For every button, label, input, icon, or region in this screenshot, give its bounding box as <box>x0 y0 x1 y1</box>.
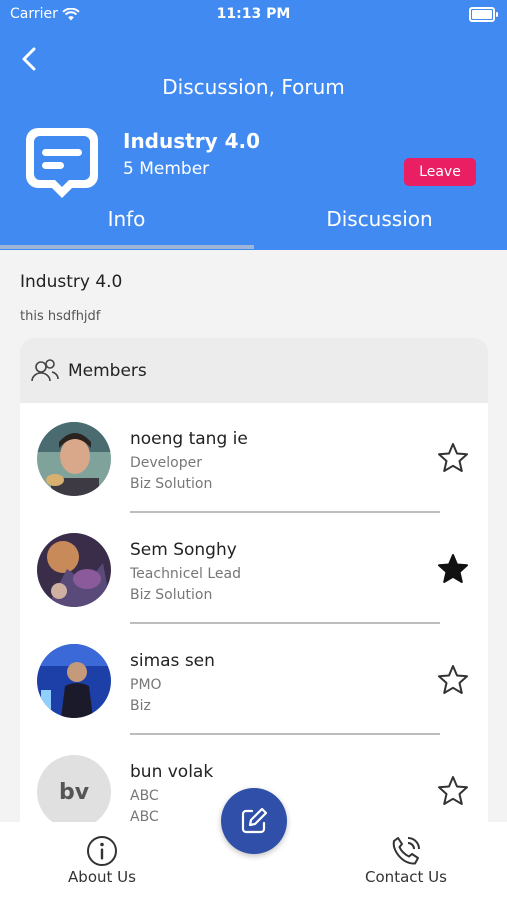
nav-about-us[interactable]: About Us <box>22 822 182 900</box>
avatar <box>37 422 111 496</box>
member-name: noeng tang ie <box>130 429 248 449</box>
back-arrow-icon[interactable] <box>16 44 46 74</box>
users-icon <box>31 359 59 382</box>
member-row[interactable]: noeng tang ie Developer Biz Solution <box>20 403 488 514</box>
avatar <box>37 533 111 607</box>
members-label: Members <box>68 361 147 381</box>
info-icon <box>87 836 117 866</box>
leave-button[interactable]: Leave <box>404 158 476 186</box>
divider <box>130 511 440 513</box>
star-outline-icon[interactable] <box>436 441 470 475</box>
app-header: Carrier 11:13 PM Discussion, Forum Indus… <box>0 0 507 250</box>
battery-icon <box>469 7 498 22</box>
members-header: Members <box>20 338 488 403</box>
star-filled-icon[interactable] <box>436 552 470 586</box>
nav-about-label: About Us <box>68 868 136 886</box>
group-name: Industry 4.0 <box>123 129 260 153</box>
member-role: Developer <box>130 455 203 471</box>
divider <box>130 733 440 735</box>
member-row[interactable]: simas sen PMO Biz <box>20 625 488 736</box>
nav-contact-label: Contact Us <box>365 868 447 886</box>
member-name: Sem Songhy <box>130 540 237 560</box>
clock: 11:13 PM <box>216 6 291 22</box>
member-org: Biz Solution <box>130 476 213 492</box>
chat-bubble-icon <box>26 128 98 198</box>
member-name: simas sen <box>130 651 215 671</box>
group-description: this hsdfhjdf <box>20 309 101 324</box>
star-outline-icon[interactable] <box>436 663 470 697</box>
tab-discussion[interactable]: Discussion <box>253 207 506 231</box>
group-title: Industry 4.0 <box>20 272 123 292</box>
nav-contact-us[interactable]: Contact Us <box>326 822 486 900</box>
member-org: Biz Solution <box>130 587 213 603</box>
member-role: ABC <box>130 788 159 804</box>
page-title: Discussion, Forum <box>162 75 345 99</box>
avatar-initials: bv <box>37 755 111 829</box>
member-name: bun volak <box>130 762 214 782</box>
phone-call-icon <box>392 837 420 865</box>
members-card: Members noeng tang ie Developer Biz Solu… <box>20 338 488 838</box>
tab-info[interactable]: Info <box>0 207 253 231</box>
star-outline-icon[interactable] <box>436 774 470 808</box>
member-role: Teachnicel Lead <box>130 566 241 582</box>
tab-indicator <box>0 245 254 249</box>
avatar <box>37 644 111 718</box>
divider <box>130 622 440 624</box>
member-count: 5 Member <box>123 159 210 179</box>
edit-icon <box>241 807 268 834</box>
compose-button[interactable] <box>221 788 287 854</box>
status-bar: Carrier 11:13 PM <box>0 6 507 26</box>
member-org: Biz <box>130 698 151 714</box>
member-row[interactable]: Sem Songhy Teachnicel Lead Biz Solution <box>20 514 488 625</box>
member-role: PMO <box>130 677 162 693</box>
